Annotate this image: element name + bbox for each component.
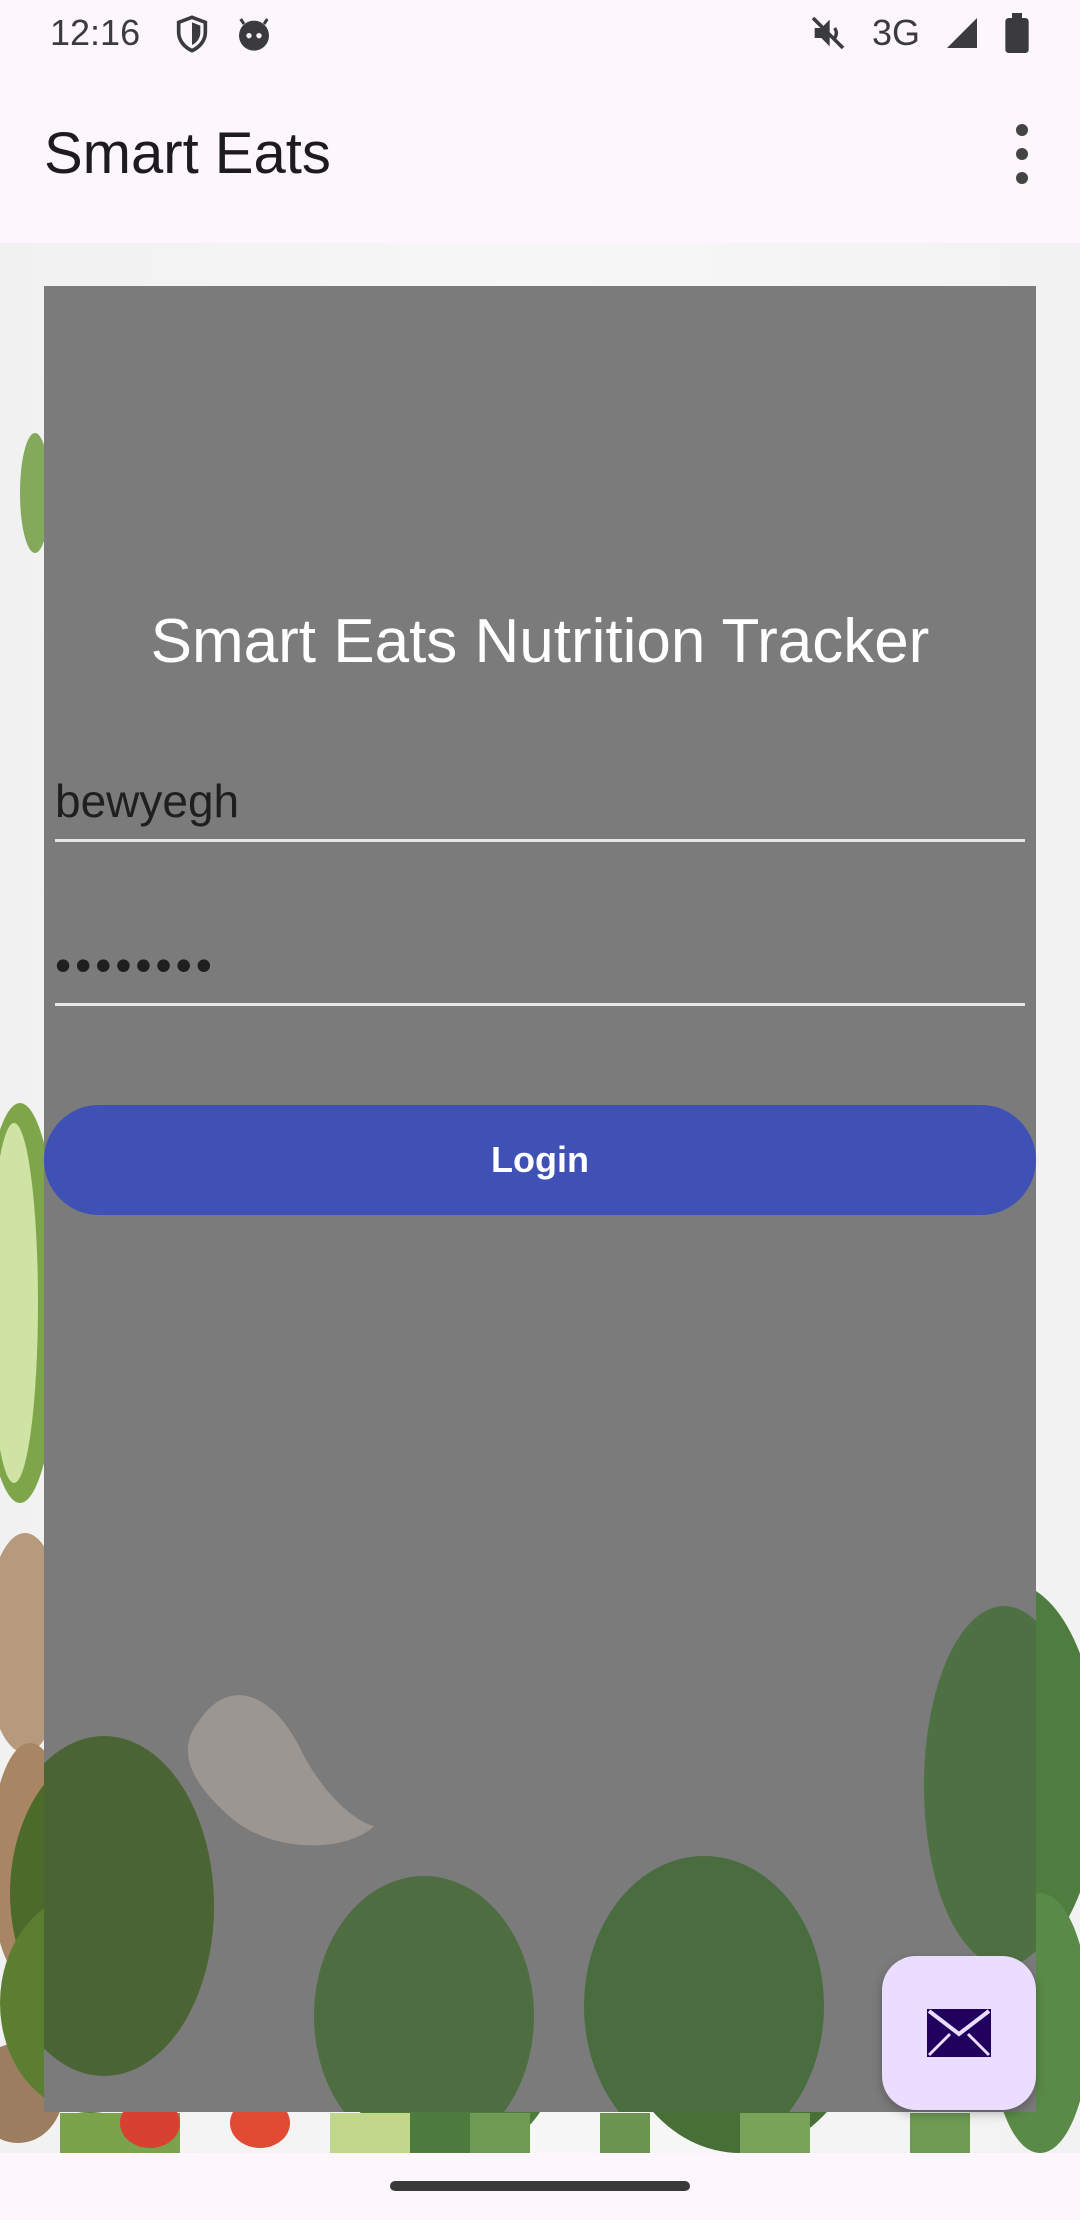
app-bar: Smart Eats: [0, 68, 1080, 243]
mail-fab-button[interactable]: [882, 1956, 1036, 2110]
battery-icon: [1005, 13, 1029, 53]
status-time: 12:16: [50, 12, 141, 53]
mail-icon: [927, 2009, 991, 2057]
app-title: Smart Eats: [44, 121, 331, 186]
network-type: 3G: [871, 12, 920, 53]
mute-icon: [811, 16, 845, 50]
username-input[interactable]: [55, 762, 1025, 842]
signal-icon: [947, 18, 977, 48]
login-button-label: Login: [491, 1139, 589, 1180]
shield-icon: [176, 15, 208, 53]
password-input[interactable]: [55, 926, 1025, 1006]
status-bar: 12:16 3G: [0, 0, 1080, 68]
main-content: Smart Eats Nutrition Tracker Login: [0, 243, 1080, 2153]
status-right-group: 3G: [808, 12, 1030, 54]
form-title: Smart Eats Nutrition Tracker: [150, 607, 930, 676]
more-vertical-icon[interactable]: [1004, 124, 1040, 184]
navigation-bar: [0, 2153, 1080, 2220]
home-gesture-handle[interactable]: [390, 2181, 690, 2191]
login-button[interactable]: Login: [44, 1105, 1036, 1215]
android-face-icon: [239, 18, 269, 51]
login-card: Smart Eats Nutrition Tracker Login: [44, 286, 1036, 2112]
